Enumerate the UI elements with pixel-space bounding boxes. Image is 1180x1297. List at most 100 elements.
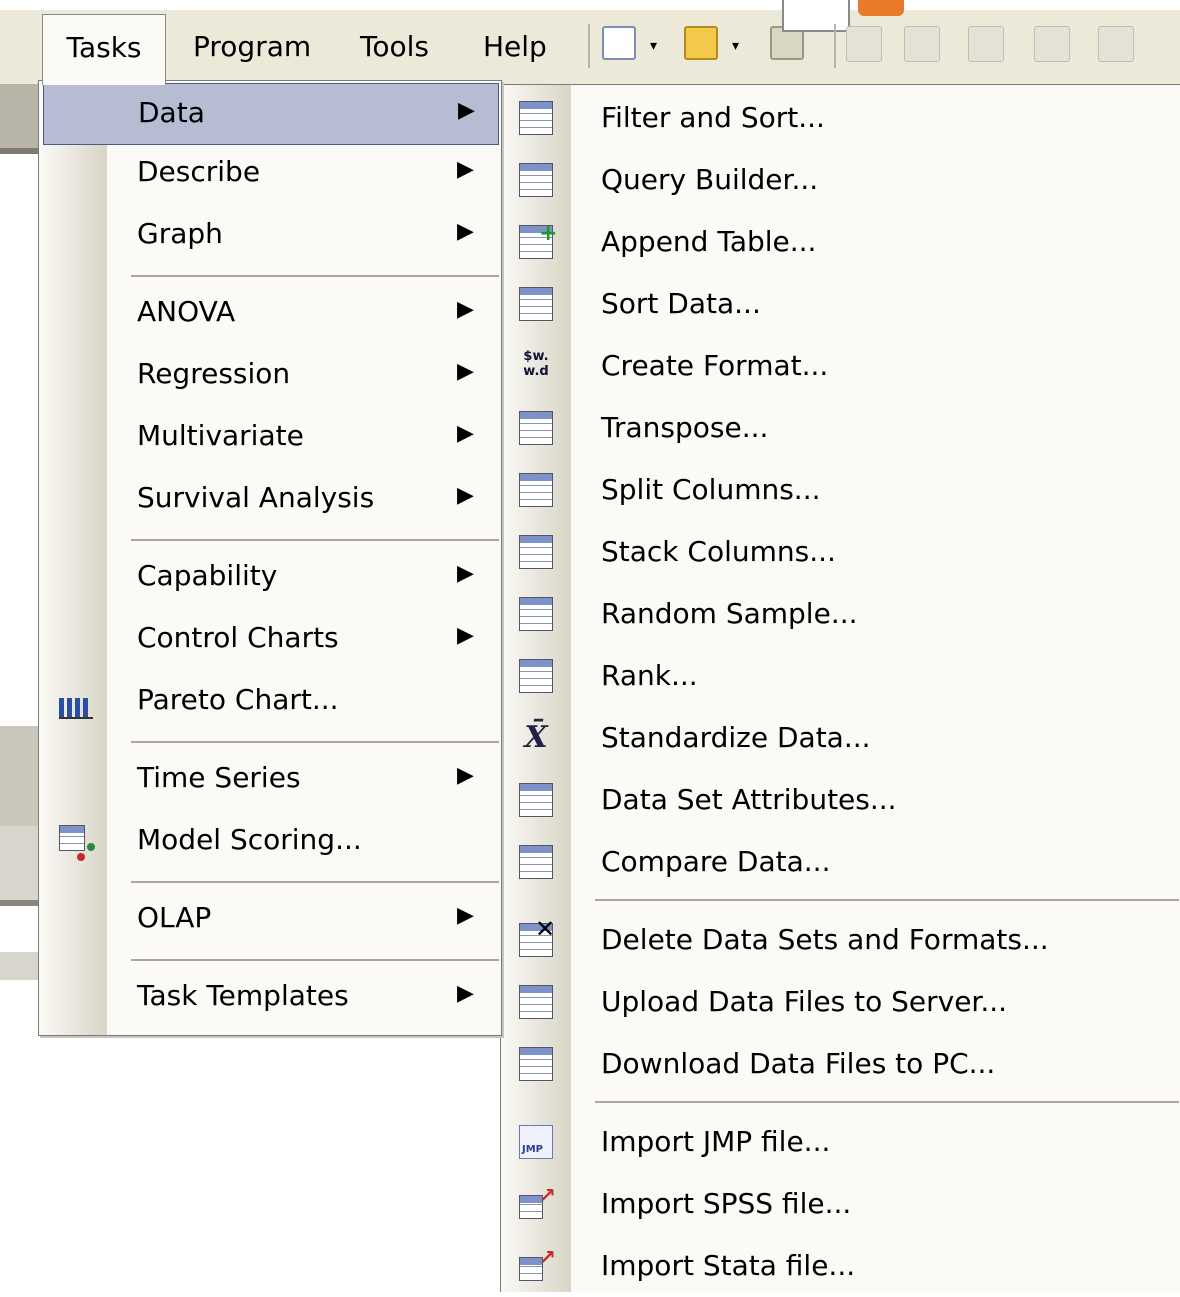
- menu-item-multivariate[interactable]: Multivariate ▶: [39, 407, 501, 469]
- menu-item-label: Data: [138, 96, 205, 129]
- menu-item-data-set-attributes[interactable]: Data Set Attributes...: [501, 769, 1180, 831]
- menu-bar: Tasks Program Tools Help ▾ ▾: [0, 0, 1180, 85]
- data-submenu: Filter and Sort... Query Builder... + Ap…: [500, 84, 1180, 1292]
- menu-item-query-builder[interactable]: Query Builder...: [501, 149, 1180, 211]
- menu-item-import-stata[interactable]: ↗ Import Stata file...: [501, 1235, 1180, 1297]
- transpose-icon: [519, 411, 553, 445]
- random-sample-icon: [519, 597, 553, 631]
- background-panel: [0, 826, 40, 900]
- menu-item-random-sample[interactable]: Random Sample...: [501, 583, 1180, 645]
- menu-item-task-templates[interactable]: Task Templates ▶: [39, 967, 501, 1029]
- background-panel: [0, 84, 40, 148]
- menu-item-compare-data[interactable]: Compare Data...: [501, 831, 1180, 893]
- menu-item-rank[interactable]: Rank...: [501, 645, 1180, 707]
- print-icon[interactable]: [846, 26, 882, 62]
- menu-item-label: Multivariate: [137, 419, 304, 452]
- menu-item-pareto-chart[interactable]: Pareto Chart...: [39, 671, 501, 733]
- undo-icon[interactable]: [1098, 26, 1134, 62]
- menu-item-time-series[interactable]: Time Series ▶: [39, 749, 501, 811]
- new-dropdown-icon[interactable]: ▾: [650, 38, 657, 54]
- menu-item-label: Regression: [137, 357, 291, 390]
- open-folder-icon[interactable]: [684, 26, 718, 60]
- background-divider: [0, 900, 40, 906]
- menu-item-create-format[interactable]: $w. w.d Create Format...: [501, 335, 1180, 397]
- menu-item-label: Standardize Data...: [601, 721, 871, 754]
- model-scoring-icon: [59, 825, 85, 851]
- new-icon[interactable]: [602, 26, 636, 60]
- paste-icon[interactable]: [1034, 26, 1070, 62]
- submenu-arrow-icon: ▶: [457, 981, 474, 1006]
- menu-item-import-jmp[interactable]: JMP Import JMP file...: [501, 1111, 1180, 1173]
- submenu-arrow-icon: ▶: [457, 219, 474, 244]
- menu-item-label: Sort Data...: [601, 287, 761, 320]
- menu-tasks[interactable]: Tasks: [42, 14, 166, 85]
- menu-item-model-scoring[interactable]: Model Scoring...: [39, 811, 501, 873]
- toolbar-separator: [834, 24, 836, 68]
- menu-item-anova[interactable]: ANOVA ▶: [39, 283, 501, 345]
- menu-item-label: Data Set Attributes...: [601, 783, 897, 816]
- cut-icon[interactable]: [904, 26, 940, 62]
- menu-item-upload-data-files[interactable]: Upload Data Files to Server...: [501, 971, 1180, 1033]
- tasks-menu: Data ▶ Describe ▶ Graph ▶ ANOVA ▶ Regres…: [38, 80, 502, 1036]
- menu-item-label: Control Charts: [137, 621, 339, 654]
- menu-program[interactable]: Program: [193, 14, 311, 80]
- menu-item-control-charts[interactable]: Control Charts ▶: [39, 609, 501, 671]
- jmp-file-icon: JMP: [519, 1125, 553, 1159]
- menu-item-label: Graph: [137, 217, 223, 250]
- menu-item-transpose[interactable]: Transpose...: [501, 397, 1180, 459]
- data-set-attributes-icon: [519, 783, 553, 817]
- import-arrow-icon: ↗: [539, 1245, 556, 1269]
- menu-item-append-table[interactable]: + Append Table...: [501, 211, 1180, 273]
- toolbar-separator: [588, 24, 590, 68]
- menu-item-capability[interactable]: Capability ▶: [39, 547, 501, 609]
- download-data-icon: [519, 1047, 553, 1081]
- menu-item-label: Query Builder...: [601, 163, 819, 196]
- background-panel: [0, 952, 40, 980]
- menu-help[interactable]: Help: [483, 14, 547, 80]
- delete-x-icon: ✕: [535, 915, 556, 943]
- menu-item-filter-and-sort[interactable]: Filter and Sort...: [501, 87, 1180, 149]
- menu-separator: [131, 741, 499, 743]
- menu-item-olap[interactable]: OLAP ▶: [39, 889, 501, 951]
- menu-item-regression[interactable]: Regression ▶: [39, 345, 501, 407]
- menu-item-label: Describe: [137, 155, 261, 188]
- plus-icon: +: [539, 221, 558, 246]
- submenu-arrow-icon: ▶: [458, 98, 475, 123]
- menu-item-sort-data[interactable]: Sort Data...: [501, 273, 1180, 335]
- menu-item-label: Time Series: [137, 761, 301, 794]
- submenu-arrow-icon: ▶: [457, 763, 474, 788]
- menu-item-download-data-files[interactable]: Download Data Files to PC...: [501, 1033, 1180, 1095]
- menu-item-describe[interactable]: Describe ▶: [39, 143, 501, 205]
- menu-item-standardize-data[interactable]: X̄ Standardize Data...: [501, 707, 1180, 769]
- query-builder-icon: [519, 163, 553, 197]
- menu-item-label: Import SPSS file...: [601, 1187, 852, 1220]
- menu-item-import-spss[interactable]: ↗ Import SPSS file...: [501, 1173, 1180, 1235]
- x-bar-icon: X̄: [524, 720, 548, 755]
- submenu-arrow-icon: ▶: [457, 421, 474, 446]
- menu-item-label: Download Data Files to PC...: [601, 1047, 996, 1080]
- submenu-arrow-icon: ▶: [457, 623, 474, 648]
- menu-item-survival-analysis[interactable]: Survival Analysis ▶: [39, 469, 501, 531]
- menu-separator: [131, 959, 499, 961]
- menu-item-label: Import Stata file...: [601, 1249, 856, 1282]
- menu-item-label: Transpose...: [601, 411, 769, 444]
- menu-item-label: Capability: [137, 559, 278, 592]
- menu-item-stack-columns[interactable]: Stack Columns...: [501, 521, 1180, 583]
- open-dropdown-icon[interactable]: ▾: [732, 38, 739, 54]
- rank-icon: [519, 659, 553, 693]
- import-arrow-icon: ↗: [539, 1183, 556, 1207]
- model-scoring-dot-icon: [87, 843, 95, 851]
- split-columns-icon: [519, 473, 553, 507]
- model-scoring-dot-icon: [77, 853, 85, 861]
- copy-icon[interactable]: [968, 26, 1004, 62]
- menu-item-graph[interactable]: Graph ▶: [39, 205, 501, 267]
- menu-tools[interactable]: Tools: [360, 14, 429, 80]
- menu-item-split-columns[interactable]: Split Columns...: [501, 459, 1180, 521]
- menu-item-label: Create Format...: [601, 349, 829, 382]
- menu-item-delete-data-sets[interactable]: ✕ Delete Data Sets and Formats...: [501, 909, 1180, 971]
- menu-item-data[interactable]: Data ▶: [43, 83, 499, 145]
- create-format-icon: $w. w.d: [523, 349, 549, 379]
- menu-item-label: Survival Analysis: [137, 481, 375, 514]
- submenu-arrow-icon: ▶: [457, 483, 474, 508]
- window-tab: [782, 0, 850, 32]
